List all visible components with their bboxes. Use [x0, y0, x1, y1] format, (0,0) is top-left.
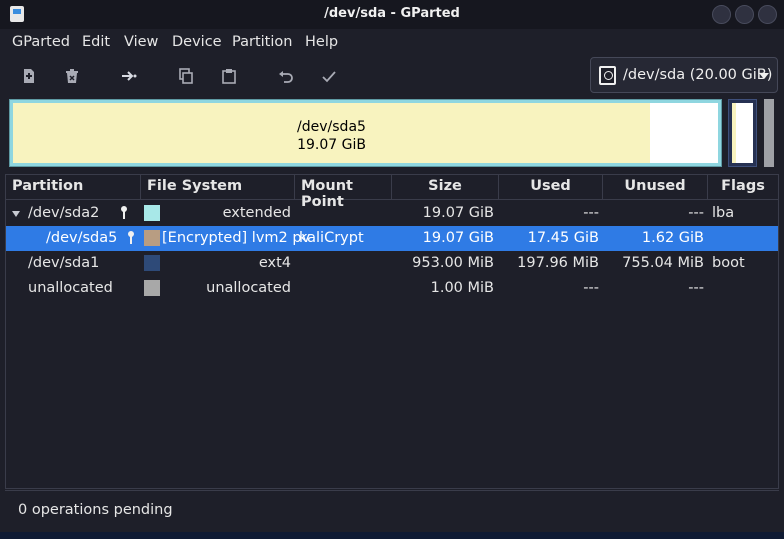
used: ---: [583, 205, 599, 221]
used: ---: [583, 280, 599, 296]
table-row[interactable]: /dev/sda2 extended 19.07 GiB --- --- lba: [6, 201, 778, 226]
key-icon: [127, 231, 135, 245]
graph-extended-partition[interactable]: /dev/sda5 19.07 GiB: [9, 99, 722, 167]
file-system: ext4: [258, 255, 291, 271]
close-button[interactable]: [758, 5, 777, 24]
status-bar: 0 operations pending: [5, 490, 779, 532]
resize-move-icon[interactable]: [117, 65, 141, 87]
flags: boot: [712, 255, 745, 271]
title-bar: /dev/sda - GParted: [0, 0, 784, 29]
graph-partition-sda1[interactable]: [728, 99, 757, 167]
desktop-background-strip: [0, 532, 784, 539]
graph-unallocated[interactable]: [764, 99, 774, 167]
delete-partition-icon[interactable]: [60, 65, 84, 87]
table-row[interactable]: /dev/sda1 ext4 953.00 MiB 197.96 MiB 755…: [6, 251, 778, 276]
operations-pending-status: 0 operations pending: [18, 502, 173, 518]
fs-color-swatch: [144, 205, 160, 221]
toolbar: /dev/sda (20.00 GiB): [0, 57, 784, 95]
used: 197.96 MiB: [517, 255, 599, 271]
menu-bar: GParted Edit View Device Partition Help: [0, 29, 784, 57]
table-row[interactable]: unallocated unallocated 1.00 MiB --- ---: [6, 276, 778, 301]
unused: 755.04 MiB: [622, 255, 704, 271]
graph-partition-free-space: [650, 103, 718, 163]
maximize-button[interactable]: [735, 5, 754, 24]
partition-table: Partition File System Mount Point Size U…: [5, 174, 779, 489]
window-title: /dev/sda - GParted: [324, 6, 460, 21]
expander-icon[interactable]: [12, 211, 20, 217]
column-header-used[interactable]: Used: [499, 175, 603, 200]
file-system: unallocated: [206, 280, 291, 296]
key-icon: [120, 206, 128, 220]
partition-name: unallocated: [28, 280, 113, 296]
fs-color-swatch: [144, 230, 160, 246]
size: 19.07 GiB: [422, 205, 494, 221]
partition-name: /dev/sda2: [28, 205, 100, 221]
fs-color-swatch: [144, 255, 160, 271]
menu-device[interactable]: Device: [172, 34, 222, 50]
disk-graph: /dev/sda5 19.07 GiB: [0, 95, 784, 172]
size: 1.00 MiB: [430, 280, 494, 296]
menu-help[interactable]: Help: [305, 34, 338, 50]
graph-partition-size: 19.07 GiB: [297, 137, 366, 153]
apply-icon[interactable]: [317, 65, 341, 87]
column-header-mount-point[interactable]: Mount Point: [295, 175, 392, 210]
unused: ---: [688, 205, 704, 221]
minimize-button[interactable]: [712, 5, 731, 24]
column-header-size[interactable]: Size: [392, 175, 499, 200]
undo-icon[interactable]: [274, 65, 298, 87]
graph-partition-name: /dev/sda5: [297, 119, 366, 135]
used: 17.45 GiB: [527, 230, 599, 246]
chevron-down-icon: [759, 73, 769, 79]
copy-icon[interactable]: [174, 65, 198, 87]
column-header-file-system[interactable]: File System: [141, 175, 295, 200]
size: 19.07 GiB: [422, 230, 494, 246]
table-header: Partition File System Mount Point Size U…: [6, 175, 778, 210]
column-header-flags[interactable]: Flags: [708, 175, 778, 200]
mount-point: kaliCrypt: [299, 230, 364, 246]
flags: lba: [712, 205, 735, 221]
column-header-partition[interactable]: Partition: [6, 175, 141, 200]
partition-name: /dev/sda5: [46, 230, 118, 246]
new-partition-icon[interactable]: [17, 65, 41, 87]
column-header-unused[interactable]: Unused: [603, 175, 708, 200]
menu-view[interactable]: View: [124, 34, 158, 50]
paste-icon[interactable]: [217, 65, 241, 87]
file-system: extended: [222, 205, 291, 221]
unused: 1.62 GiB: [641, 230, 704, 246]
device-label: /dev/sda (20.00 GiB): [623, 67, 773, 83]
hard-disk-icon: [599, 66, 616, 85]
graph-partition-sda5[interactable]: /dev/sda5 19.07 GiB: [13, 103, 650, 163]
menu-gparted[interactable]: GParted: [12, 34, 70, 50]
size: 953.00 MiB: [412, 255, 494, 271]
menu-partition[interactable]: Partition: [232, 34, 292, 50]
file-system: [Encrypted] lvm2 pv: [162, 230, 311, 246]
fs-color-swatch: [144, 280, 160, 296]
device-selector[interactable]: /dev/sda (20.00 GiB): [590, 57, 778, 93]
table-row-selected[interactable]: /dev/sda5 [Encrypted] lvm2 pv kaliCrypt …: [6, 226, 778, 251]
menu-edit[interactable]: Edit: [82, 34, 110, 50]
partition-name: /dev/sda1: [28, 255, 100, 271]
unused: ---: [688, 280, 704, 296]
